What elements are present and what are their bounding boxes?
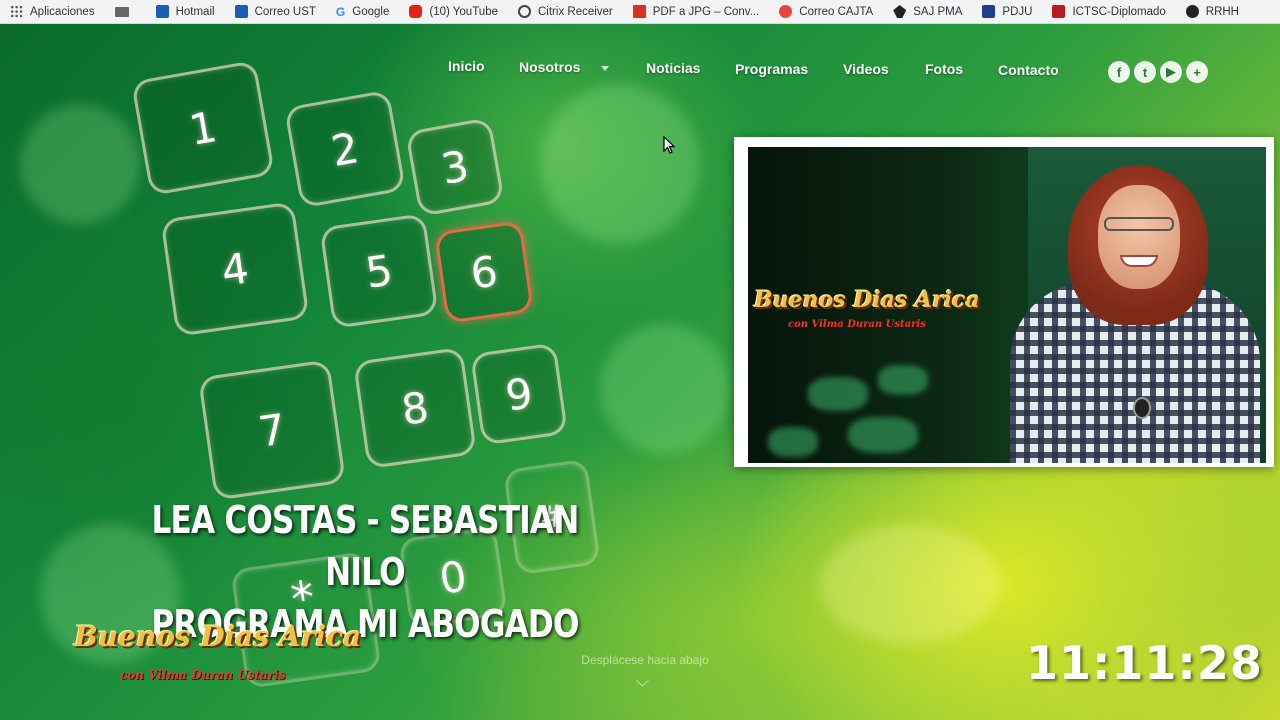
bookmark-label: PDJU — [1002, 5, 1033, 18]
headline-line-1: LEA COSTAS - SEBASTIAN NILO — [151, 498, 580, 594]
smile — [1120, 255, 1158, 267]
bookmark-saj-pma[interactable]: SAJ PMA — [893, 5, 962, 18]
bookmarks-bar: Aplicaciones Hotmail Correo UST G Google … — [0, 0, 1280, 24]
bookmark-label: SAJ PMA — [913, 5, 963, 18]
pendant — [1133, 397, 1151, 419]
outlook-icon — [234, 5, 248, 18]
pdf-icon — [632, 5, 646, 18]
keypad-key-9: 9 — [470, 342, 568, 446]
keypad-key-2: 2 — [283, 89, 407, 209]
bookmark-label: RRHH — [1205, 5, 1239, 18]
institution-icon — [982, 5, 996, 18]
nav-programas[interactable]: Programas — [735, 61, 808, 77]
program-photo: Buenos Dias Arica con Vilma Duran Ustari… — [748, 147, 1266, 463]
clock-display: 11:11:28 — [1026, 636, 1263, 690]
bookmark-aplicaciones[interactable]: Aplicaciones — [10, 5, 95, 18]
bookmark-label: Correo CAJTA — [799, 5, 874, 18]
ictsc-icon — [1052, 5, 1066, 18]
bookmark-youtube[interactable]: (10) YouTube — [409, 5, 498, 18]
nav-fotos[interactable]: Fotos — [925, 61, 963, 77]
scroll-down-hint[interactable]: Desplácese hacia abajo — [560, 653, 730, 667]
bookmark-hotmail[interactable]: Hotmail — [155, 5, 215, 18]
bookmark-label: ICTSC-Diplomado — [1072, 5, 1166, 18]
apps-grid-icon — [10, 5, 23, 18]
bookmark-label: Aplicaciones — [30, 5, 95, 18]
chevron-down-icon[interactable] — [636, 674, 649, 687]
twitter-icon[interactable]: t — [1134, 61, 1156, 83]
glasses — [1104, 217, 1174, 231]
bookmark-label: (10) YouTube — [429, 5, 498, 18]
bookmark-correo-ust[interactable]: Correo UST — [234, 5, 316, 18]
photo-logo-title: Buenos Dias Arica — [754, 287, 980, 313]
bokeh-light — [820, 524, 1000, 644]
keypad-key-8: 8 — [353, 346, 477, 470]
bookmark-label: Citrix Receiver — [538, 5, 613, 18]
site-logo-title[interactable]: Buenos Dias Arica — [74, 620, 361, 653]
bookmark-google[interactable]: G Google — [336, 5, 389, 19]
bookmark-folder[interactable] — [114, 6, 136, 17]
keypad-key-7: 7 — [198, 359, 346, 501]
keypad-key-4: 4 — [160, 201, 310, 337]
stage-light — [808, 377, 868, 411]
hero-banner: 1 2 3 4 5 6 7 8 9 * 0 # Inicio Nosotros … — [0, 24, 1280, 720]
outlook-icon — [155, 5, 169, 18]
nav-videos[interactable]: Videos — [843, 61, 889, 77]
bookmark-label: Hotmail — [175, 5, 215, 18]
nav-nosotros[interactable]: Nosotros — [519, 59, 580, 75]
bokeh-light — [20, 104, 140, 224]
google-icon: G — [335, 4, 346, 19]
youtube-icon — [409, 5, 423, 18]
shield-icon — [893, 5, 907, 18]
bookmark-label: PDF a JPG – Conv... — [652, 5, 760, 18]
facebook-icon[interactable]: f — [1108, 61, 1130, 83]
keypad-key-1: 1 — [130, 59, 276, 197]
chevron-down-icon[interactable] — [601, 66, 609, 71]
bokeh-light — [600, 324, 730, 454]
nav-noticias[interactable]: Noticias — [646, 60, 700, 76]
folder-icon — [114, 6, 129, 17]
social-links: f t ▶ + — [1108, 61, 1208, 83]
globe-icon — [1185, 5, 1199, 18]
bokeh-light — [540, 84, 700, 244]
nav-inicio[interactable]: Inicio — [448, 58, 485, 74]
stage-light — [768, 427, 818, 457]
bookmark-correo-cajta[interactable]: Correo CAJTA — [779, 5, 873, 18]
bookmark-label: Correo UST — [254, 5, 316, 18]
bookmark-pdju[interactable]: PDJU — [982, 5, 1032, 18]
bookmark-ictsc[interactable]: ICTSC-Diplomado — [1052, 5, 1166, 18]
bookmark-citrix[interactable]: Citrix Receiver — [518, 5, 613, 18]
stage-light — [878, 365, 928, 395]
keypad-key-6: 6 — [434, 220, 534, 324]
nav-contacto[interactable]: Contacto — [998, 62, 1059, 78]
site-logo-subtitle: con Vilma Duran Ustaris — [120, 668, 286, 682]
person-face — [1098, 185, 1180, 289]
youtube-icon[interactable]: ▶ — [1160, 61, 1182, 83]
bookmark-pdf-jpg[interactable]: PDF a JPG – Conv... — [632, 5, 760, 18]
google-plus-icon[interactable]: + — [1186, 61, 1208, 83]
keypad-key-5: 5 — [319, 213, 439, 329]
program-photo-frame: Buenos Dias Arica con Vilma Duran Ustari… — [734, 137, 1274, 467]
bookmark-label: Google — [352, 5, 390, 18]
citrix-icon — [518, 5, 531, 18]
mail-icon — [779, 5, 793, 18]
photo-logo-subtitle: con Vilma Duran Ustaris — [788, 319, 926, 330]
bookmark-rrhh[interactable]: RRHH — [1185, 5, 1239, 18]
keypad-key-3: 3 — [405, 117, 505, 217]
stage-light — [848, 417, 918, 453]
